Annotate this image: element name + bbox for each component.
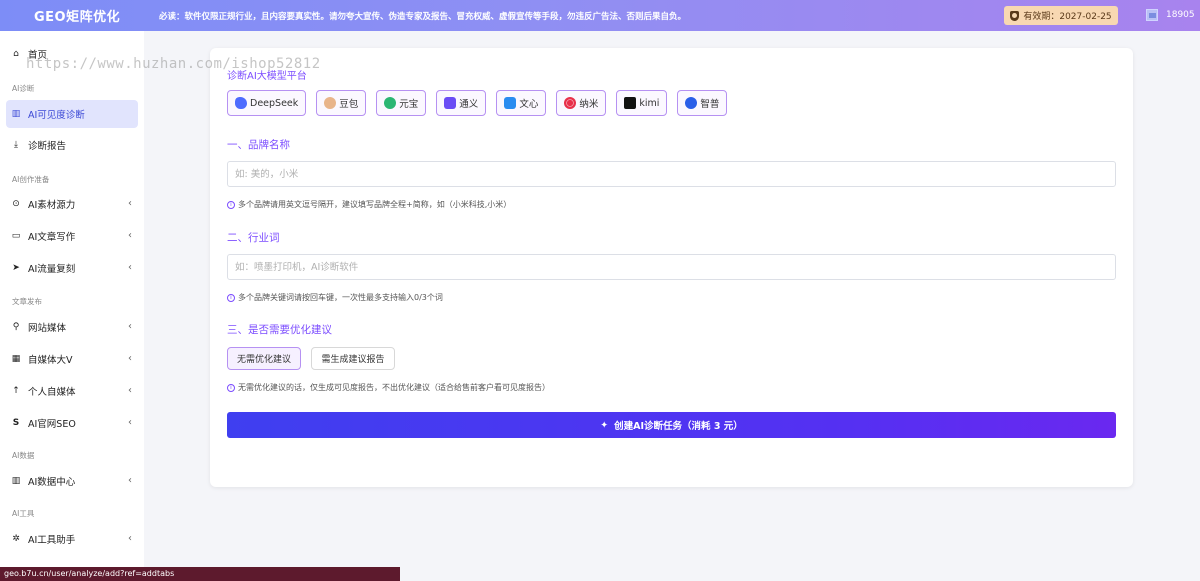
rocket-icon: ➤: [12, 263, 20, 273]
chevron-left-icon: ‹: [128, 198, 132, 209]
platform-chip-tongyi[interactable]: 通义: [436, 90, 487, 116]
platform-chip-zhipu[interactable]: 智普: [677, 90, 728, 116]
chevron-left-icon: ‹: [128, 262, 132, 273]
sidebar-item-seo[interactable]: S AI官网SEO ‹: [6, 409, 138, 437]
gear-icon: ✲: [12, 534, 20, 544]
generate-suggestion-option[interactable]: 需生成建议报告: [311, 347, 395, 370]
tongyi-icon: [444, 97, 457, 109]
watermark: https://www.huzhan.com/ishop52812: [26, 56, 321, 72]
chevron-left-icon: ‹: [128, 475, 132, 486]
line-chart-icon: ▥: [11, 476, 21, 486]
create-task-button[interactable]: ✦ 创建AI诊断任务（消耗 3 元）: [227, 412, 1116, 438]
sidebar-group-tools: AI工具: [12, 509, 35, 518]
doubao-icon: [324, 97, 337, 109]
sidebar-item-visibility[interactable]: ▥ AI可见度诊断: [6, 100, 138, 128]
search-icon: ⚲: [12, 322, 20, 332]
chevron-left-icon: ‹: [128, 385, 132, 396]
download-icon: ⤓: [14, 140, 18, 150]
brand-name-input[interactable]: [227, 161, 1116, 187]
sidebar-group-diag: AI诊断: [12, 84, 35, 93]
expire-badge: 有效期：2027-02-25: [1004, 6, 1118, 25]
section-brand-title: 一、品牌名称: [227, 139, 290, 151]
yuanbao-icon: [384, 97, 397, 109]
info-icon: i: [227, 200, 235, 209]
sidebar: ⌂ 首页 AI诊断 ▥ AI可见度诊断 ⤓ 诊断报告 AI创作准备 ⊙ AI素材…: [0, 31, 144, 581]
chevron-left-icon: ‹: [128, 533, 132, 544]
kimi-icon: [624, 97, 637, 109]
chevron-left-icon: ‹: [128, 353, 132, 364]
s-letter-icon: S: [12, 418, 20, 428]
question-circle-icon: ⊙: [12, 199, 20, 209]
chevron-left-icon: ‹: [128, 321, 132, 332]
top-bar: GEO矩阵优化 必读：软件仅限正规行业，且内容要真实性。请勿夸大宣传、伪造专家及…: [0, 0, 1200, 31]
sidebar-group-data: AI数据: [12, 451, 35, 460]
sidebar-item-traffic[interactable]: ➤ AI流量复刻 ‹: [6, 254, 138, 282]
magic-wand-icon: ✦: [600, 419, 609, 431]
info-icon: i: [227, 293, 235, 302]
sidebar-item-self-media[interactable]: ▦ 自媒体大V ‹: [6, 345, 138, 373]
platform-chips: DeepSeek 豆包 元宝 通义 文心 纳米 kimi 智普: [227, 90, 728, 116]
platform-chip-deepseek[interactable]: DeepSeek: [227, 90, 307, 116]
nami-icon: [564, 97, 577, 109]
sidebar-item-material[interactable]: ⊙ AI素材源力 ‹: [6, 190, 138, 218]
platform-chip-kimi[interactable]: kimi: [616, 90, 668, 116]
sidebar-item-tool-assistant[interactable]: ✲ AI工具助手 ‹: [6, 525, 138, 553]
sidebar-group-publish: 文章发布: [12, 297, 42, 306]
chevron-left-icon: ‹: [128, 230, 132, 241]
platform-chip-doubao[interactable]: 豆包: [316, 90, 367, 116]
expire-label: 有效期：2027-02-25: [1023, 12, 1112, 22]
home-icon: ⌂: [13, 49, 19, 59]
platform-chip-wenxin[interactable]: 文心: [496, 90, 547, 116]
wenxin-icon: [504, 97, 517, 109]
sidebar-item-report[interactable]: ⤓ 诊断报告: [6, 131, 138, 159]
industry-keyword-input[interactable]: [227, 254, 1116, 280]
deepseek-icon: [235, 97, 247, 109]
section-suggestion-title: 三、是否需要优化建议: [227, 324, 332, 336]
grid-icon: ▦: [11, 354, 21, 364]
user-id[interactable]: 18905: [1166, 10, 1195, 20]
platform-chip-nami[interactable]: 纳米: [556, 90, 607, 116]
folder-icon: ▭: [11, 231, 21, 241]
suggestion-hint: i 无需优化建议的话，仅生成可见度报告，不出优化建议（适合给售前客户看可见度报告…: [227, 382, 550, 393]
zhipu-icon: [685, 97, 698, 109]
sidebar-group-create: AI创作准备: [12, 175, 50, 184]
brand-hint: i 多个品牌请用英文逗号隔开，建议填写品牌全程+简称，如（小米科技,小米）: [227, 199, 511, 210]
chevron-left-icon: ‹: [128, 417, 132, 428]
user-menu[interactable]: 18905: [1146, 9, 1195, 21]
avatar[interactable]: [1146, 9, 1158, 21]
notice-text: 必读：软件仅限正规行业，且内容要真实性。请勿夸大宣传、伪造专家及报告、冒充权威、…: [159, 11, 687, 22]
diagnosis-form-card: 诊断AI大模型平台 DeepSeek 豆包 元宝 通义 文心 纳米 kimi 智…: [210, 48, 1133, 487]
industry-hint: i 多个品牌关键词请按回车键，一次性最多支持输入0/3个词: [227, 292, 443, 303]
shield-icon: [1010, 10, 1020, 21]
platform-chip-yuanbao[interactable]: 元宝: [376, 90, 427, 116]
app-logo[interactable]: GEO矩阵优化: [0, 6, 145, 25]
sidebar-item-writing[interactable]: ▭ AI文章写作 ‹: [6, 222, 138, 250]
bar-chart-icon: ▥: [11, 109, 21, 119]
arrow-up-icon: ↑: [12, 386, 20, 396]
section-industry-title: 二、行业词: [227, 232, 280, 244]
sidebar-item-site-media[interactable]: ⚲ 网站媒体 ‹: [6, 313, 138, 341]
sidebar-item-data-center[interactable]: ▥ AI数据中心 ‹: [6, 467, 138, 495]
sidebar-item-personal[interactable]: ↑ 个人自媒体 ‹: [6, 377, 138, 405]
no-suggestion-option[interactable]: 无需优化建议: [227, 347, 301, 370]
info-icon: i: [227, 383, 235, 392]
status-bar-url: geo.b7u.cn/user/analyze/add?ref=addtabs: [0, 567, 400, 581]
